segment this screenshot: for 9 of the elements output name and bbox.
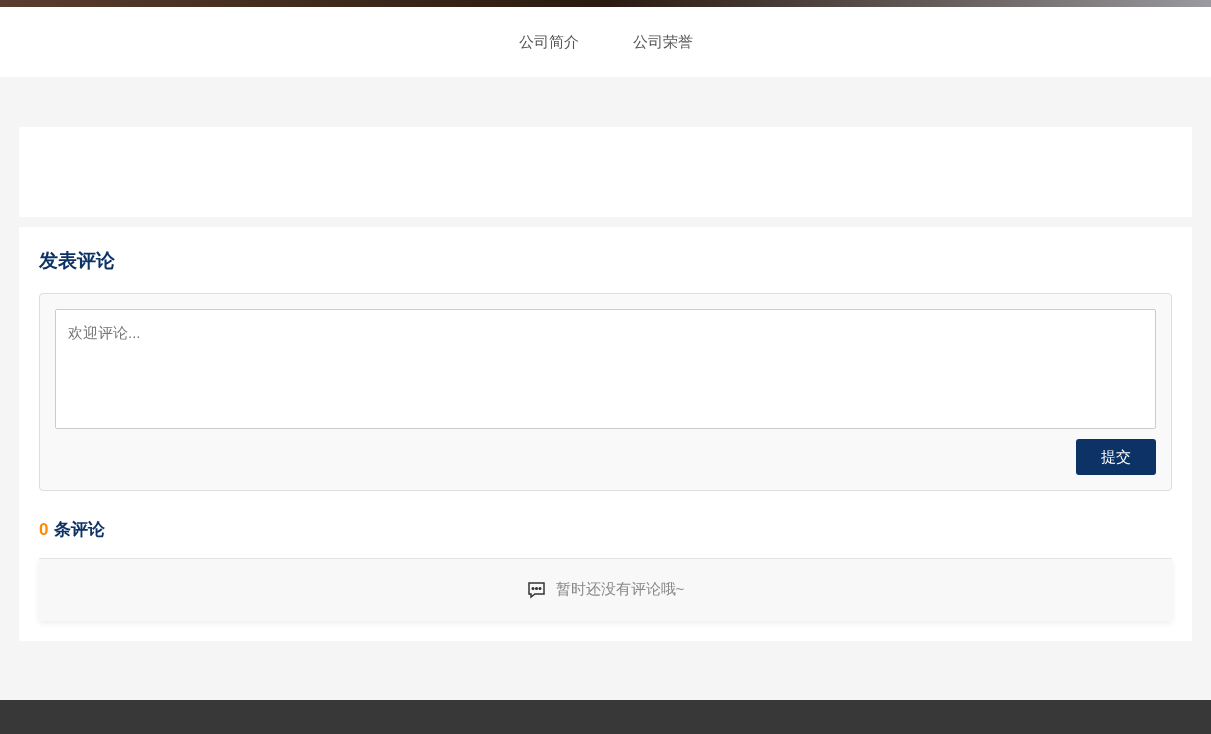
speech-bubble-icon <box>526 580 546 599</box>
empty-comments-message: 暂时还没有评论哦~ <box>555 579 685 600</box>
submit-button[interactable]: 提交 <box>1076 439 1156 475</box>
comment-count: 0 <box>39 519 49 541</box>
comment-count-label: 条评论 <box>54 519 106 541</box>
comment-form-title: 发表评论 <box>39 249 116 273</box>
nav-link[interactable]: 公司荣誉 <box>632 30 693 54</box>
nav-link[interactable]: 公司简介 <box>518 30 579 54</box>
comment-input-field[interactable]: 欢迎评论... <box>55 309 1156 429</box>
